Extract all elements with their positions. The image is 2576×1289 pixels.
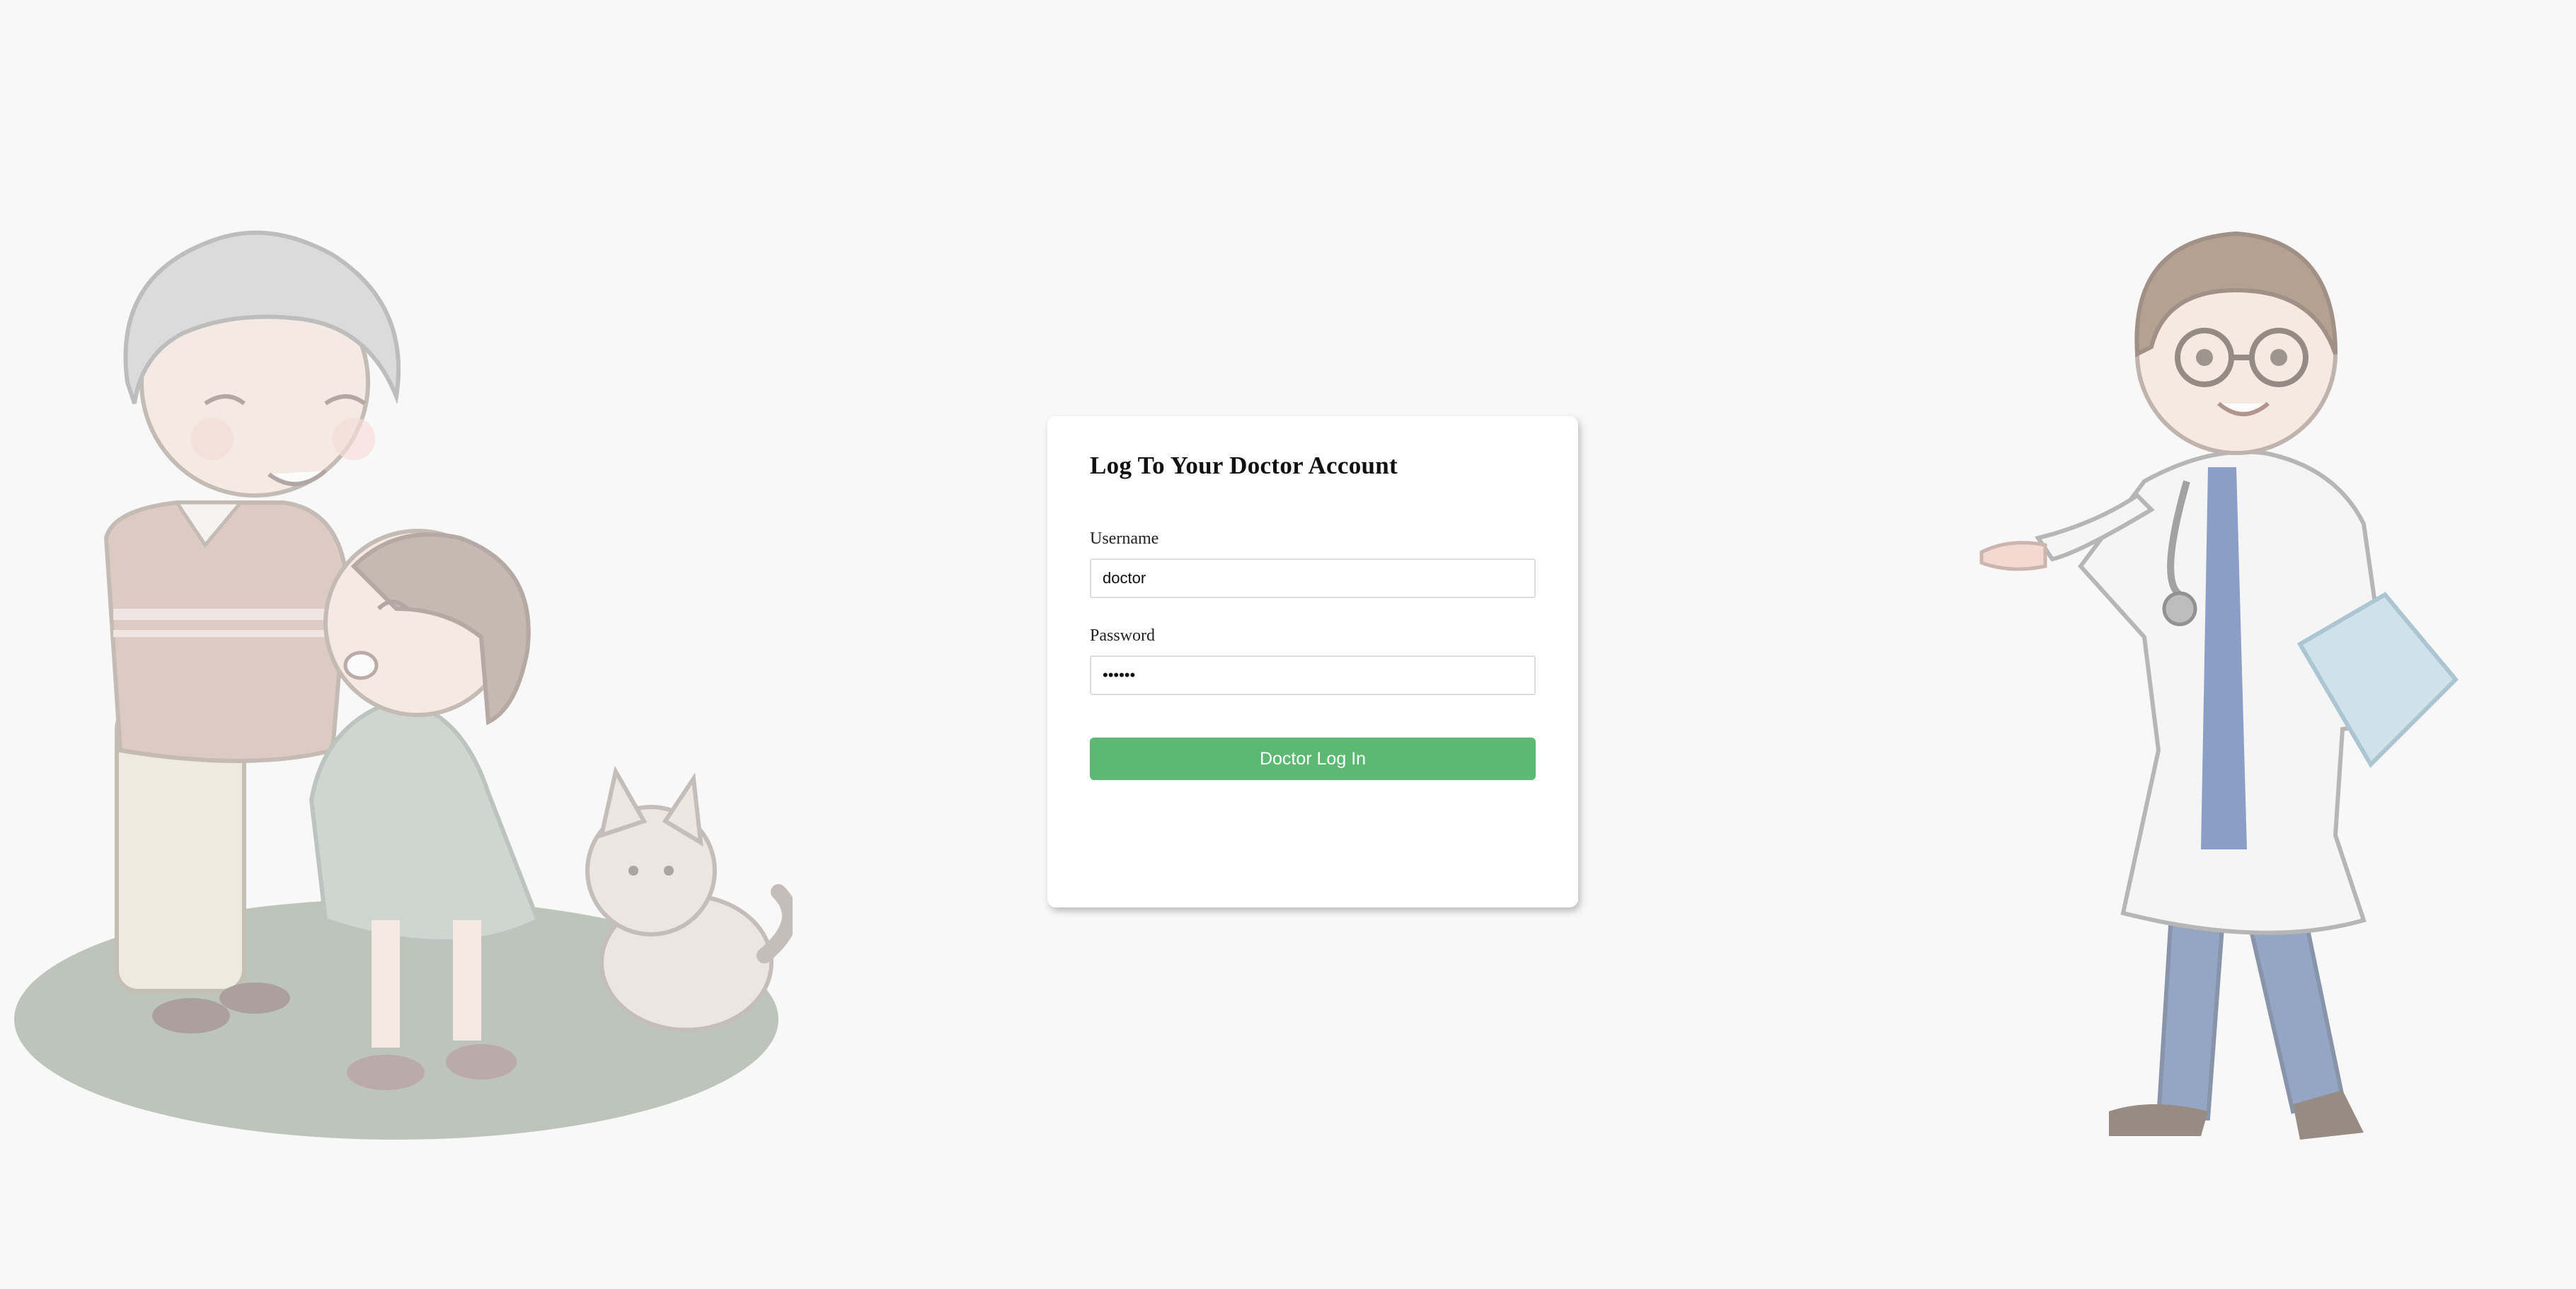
username-input[interactable] bbox=[1090, 558, 1536, 598]
login-card: Log To Your Doctor Account Username Pass… bbox=[1047, 416, 1578, 907]
username-label: Username bbox=[1090, 529, 1159, 548]
doctor-illustration bbox=[1967, 212, 2477, 1161]
doctor-login-button[interactable]: Doctor Log In bbox=[1090, 738, 1536, 780]
username-group: Username bbox=[1090, 529, 1536, 598]
login-title: Log To Your Doctor Account bbox=[1090, 452, 1398, 479]
login-page: Log To Your Doctor Account Username Pass… bbox=[0, 0, 2576, 1289]
password-input[interactable] bbox=[1090, 655, 1536, 695]
password-label: Password bbox=[1090, 626, 1156, 645]
family-illustration bbox=[0, 212, 793, 1161]
password-group: Password bbox=[1090, 626, 1536, 695]
